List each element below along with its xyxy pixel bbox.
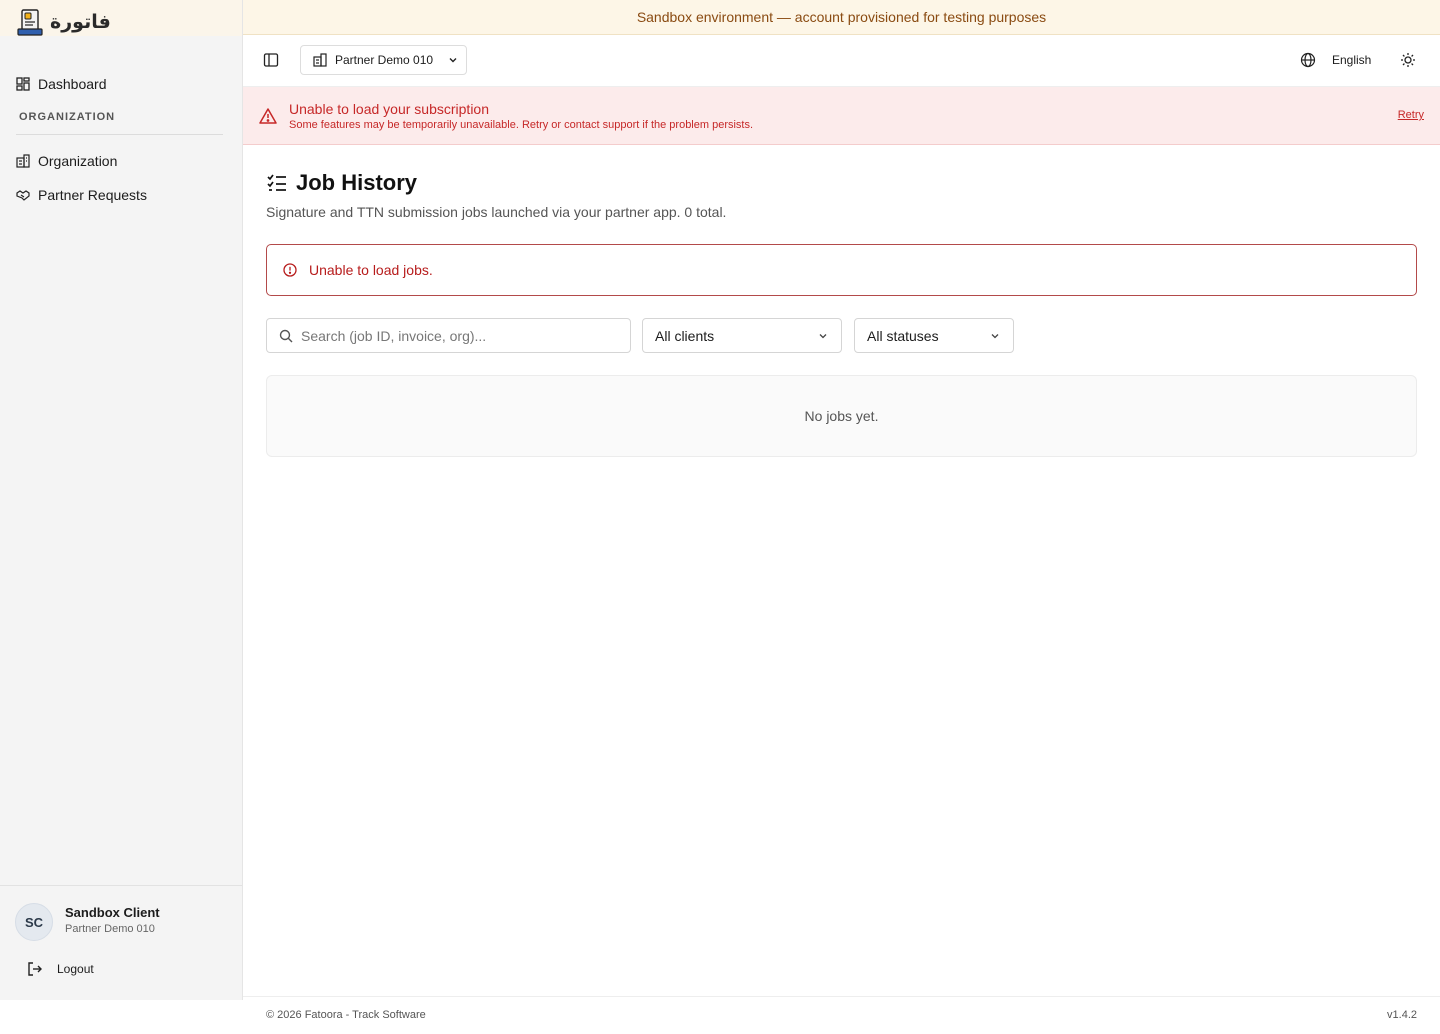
- alert-circle-icon: [283, 263, 297, 277]
- invoice-logo-icon: [17, 9, 43, 36]
- user-org: Partner Demo 010: [65, 923, 155, 935]
- checklist-icon: [267, 174, 286, 191]
- dashboard-icon: [16, 77, 30, 91]
- chevron-down-icon: [819, 333, 827, 338]
- logout-label: Logout: [57, 962, 94, 976]
- status-filter-select[interactable]: All statuses: [854, 318, 1014, 353]
- page-title: Job History: [266, 170, 417, 196]
- status-filter-label: All statuses: [867, 327, 939, 344]
- search-field[interactable]: [266, 318, 631, 353]
- language-label: English: [1332, 53, 1372, 67]
- search-input[interactable]: [301, 327, 611, 344]
- sidebar-item-label: Partner Requests: [38, 187, 147, 203]
- sidebar-item-label: Organization: [38, 153, 118, 169]
- logout-icon: [28, 962, 42, 976]
- user-name: Sandbox Client: [65, 905, 160, 920]
- search-icon: [279, 329, 293, 342]
- empty-state: No jobs yet.: [266, 375, 1417, 457]
- client-filter-label: All clients: [655, 327, 715, 344]
- empty-state-text: No jobs yet.: [804, 408, 879, 424]
- language-selector[interactable]: English: [1300, 52, 1371, 68]
- org-switcher[interactable]: Partner Demo 010: [300, 45, 467, 75]
- brand-name: فاتورة: [50, 11, 111, 33]
- handshake-icon: [16, 190, 30, 201]
- page-subtitle: Signature and TTN submission jobs launch…: [266, 204, 727, 220]
- jobs-error-alert: Unable to load jobs.: [266, 244, 1417, 296]
- sidebar: فاتورة Dashboard ORGANIZATION Organizati…: [0, 0, 243, 1000]
- nav-divider: [16, 134, 223, 135]
- sidebar-toggle-icon[interactable]: [263, 52, 279, 68]
- jobs-error-text: Unable to load jobs.: [309, 262, 433, 278]
- sidebar-item-label: Dashboard: [38, 76, 107, 92]
- org-switcher-label: Partner Demo 010: [335, 53, 434, 67]
- footer: © 2026 Fatoora - Track Software v1.4.2: [243, 996, 1440, 1034]
- chevron-down-icon: [991, 333, 999, 338]
- sidebar-item-partner-requests[interactable]: Partner Requests: [16, 184, 226, 206]
- retry-link[interactable]: Retry: [1398, 109, 1424, 121]
- header: Partner Demo 010 English: [243, 35, 1440, 87]
- avatar[interactable]: SC: [15, 903, 53, 941]
- building-icon: [16, 154, 30, 168]
- subscription-error-banner: Unable to load your subscription Some fe…: [243, 87, 1440, 145]
- chevron-down-icon: [449, 58, 457, 63]
- sidebar-item-dashboard[interactable]: Dashboard: [16, 73, 226, 95]
- nav-section-label: ORGANIZATION: [19, 111, 116, 123]
- sandbox-banner: Sandbox environment — account provisione…: [243, 0, 1440, 35]
- warning-icon: [259, 108, 277, 124]
- sidebar-item-organization[interactable]: Organization: [16, 150, 226, 172]
- globe-icon: [1300, 52, 1316, 68]
- brand[interactable]: فاتورة: [0, 0, 242, 36]
- building-icon: [313, 53, 327, 67]
- user-box: SC Sandbox Client Partner Demo 010 Logou…: [0, 885, 242, 1000]
- subscription-error-title: Unable to load your subscription: [289, 101, 490, 117]
- logout-button[interactable]: Logout: [27, 961, 94, 977]
- client-filter-select[interactable]: All clients: [642, 318, 842, 353]
- copyright: © 2026 Fatoora - Track Software: [266, 1009, 426, 1021]
- version: v1.4.2: [1387, 1009, 1417, 1021]
- page-heading: Job History: [296, 170, 418, 195]
- subscription-error-description: Some features may be temporarily unavail…: [289, 119, 754, 131]
- sun-icon[interactable]: [1400, 52, 1416, 68]
